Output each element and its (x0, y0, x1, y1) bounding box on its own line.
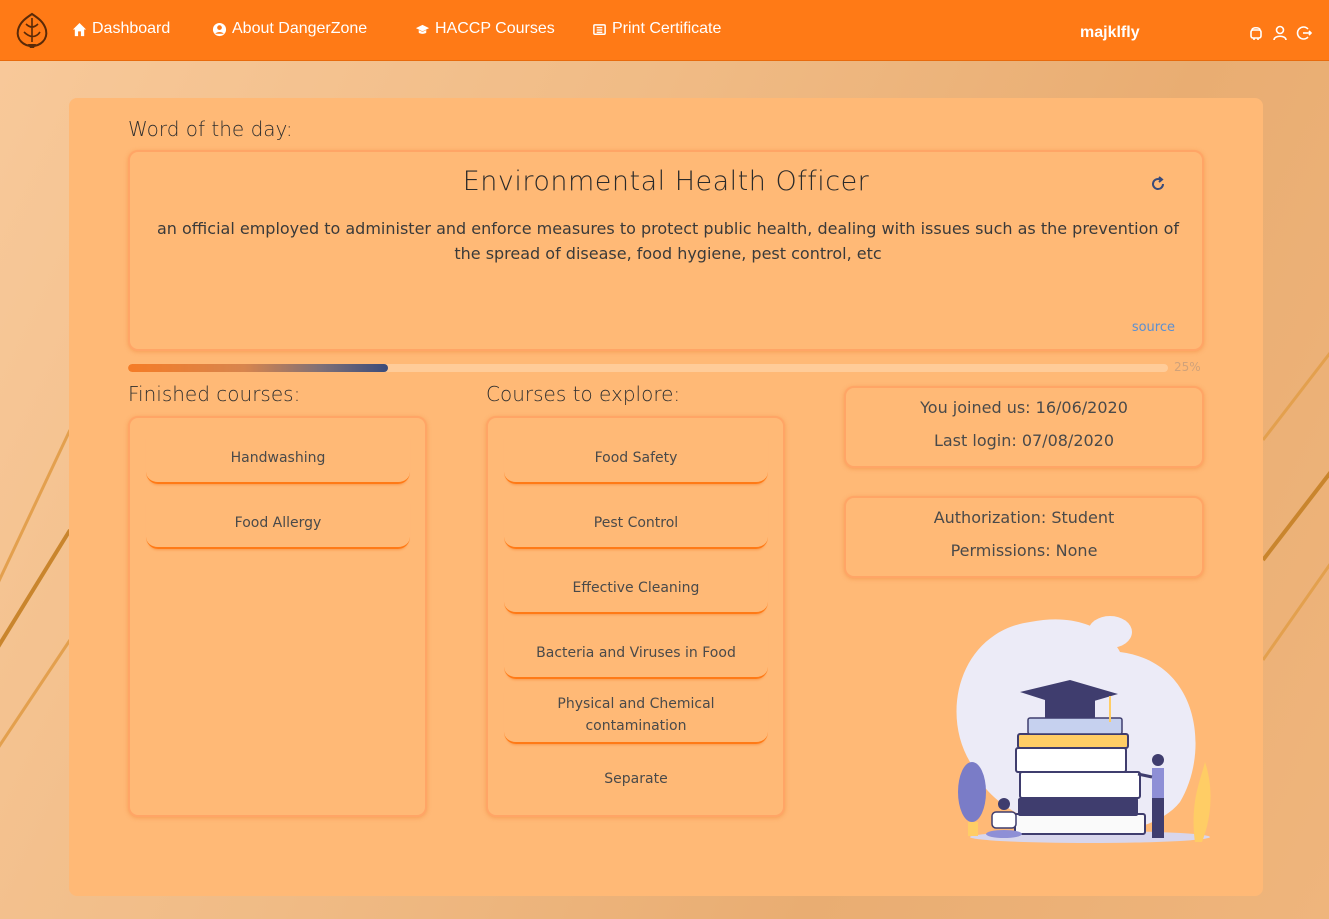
top-navbar: Dashboard About DangerZone HACCP Courses… (0, 0, 1329, 61)
word-of-day-heading: Word of the day: (128, 117, 293, 141)
word-of-day-card: Environmental Health Officer an official… (128, 150, 1204, 351)
explore-course-item[interactable]: Physical and Chemical contamination (504, 688, 768, 744)
user-icon[interactable] (1271, 24, 1289, 42)
explore-courses-heading: Courses to explore: (486, 382, 681, 406)
nav-dashboard-label: Dashboard (92, 20, 171, 37)
nav-haccp-courses[interactable]: HACCP Courses (415, 20, 555, 38)
authorization-card: Authorization: Student Permissions: None (844, 496, 1204, 578)
logout-icon[interactable] (1295, 24, 1313, 42)
nav-print-certificate[interactable]: Print Certificate (592, 20, 721, 38)
permissions: Permissions: None (950, 541, 1098, 560)
logo-icon[interactable] (12, 10, 52, 50)
finished-course-item[interactable]: Handwashing (146, 434, 410, 484)
explore-courses-card: Food Safety Pest Control Effective Clean… (486, 416, 785, 817)
android-icon[interactable] (1247, 24, 1265, 42)
nav-right-icons (1247, 24, 1313, 42)
course-progress-label: 25% (1174, 360, 1201, 374)
refresh-icon[interactable] (1148, 174, 1168, 194)
word-of-day-term: Environmental Health Officer (462, 166, 870, 197)
course-progress-fill (128, 364, 388, 372)
nav-about[interactable]: About DangerZone (212, 20, 367, 38)
nav-dashboard[interactable]: Dashboard (72, 20, 170, 38)
newspaper-icon (593, 23, 606, 35)
explore-course-item[interactable]: Separate (504, 754, 768, 804)
explore-course-item[interactable]: Effective Cleaning (504, 564, 768, 614)
finished-courses-heading: Finished courses: (128, 382, 301, 406)
source-link[interactable]: source (1132, 320, 1175, 335)
username[interactable]: majklfly (1080, 24, 1140, 42)
joined-date: You joined us: 16/06/2020 (920, 398, 1128, 417)
user-circle-icon (212, 22, 227, 36)
explore-course-item[interactable]: Food Safety (504, 434, 768, 484)
authorization-role: Authorization: Student (933, 508, 1115, 527)
explore-course-item[interactable]: Bacteria and Viruses in Food (504, 629, 768, 679)
last-login: Last login: 07/08/2020 (933, 431, 1115, 450)
nav-about-label: About DangerZone (232, 20, 368, 37)
nav-haccp-label: HACCP Courses (435, 20, 555, 37)
nav-print-label: Print Certificate (612, 20, 722, 37)
course-progress-bar (128, 364, 1168, 372)
word-of-day-definition: an official employed to administer and e… (156, 219, 1179, 263)
membership-card: You joined us: 16/06/2020 Last login: 07… (844, 386, 1204, 468)
education-illustration (956, 616, 1211, 843)
finished-course-item[interactable]: Food Allergy (146, 499, 410, 549)
explore-course-item[interactable]: Pest Control (504, 499, 768, 549)
graduation-cap-icon (415, 24, 430, 34)
finished-courses-card: Handwashing Food Allergy (128, 416, 427, 817)
home-icon (72, 22, 87, 36)
